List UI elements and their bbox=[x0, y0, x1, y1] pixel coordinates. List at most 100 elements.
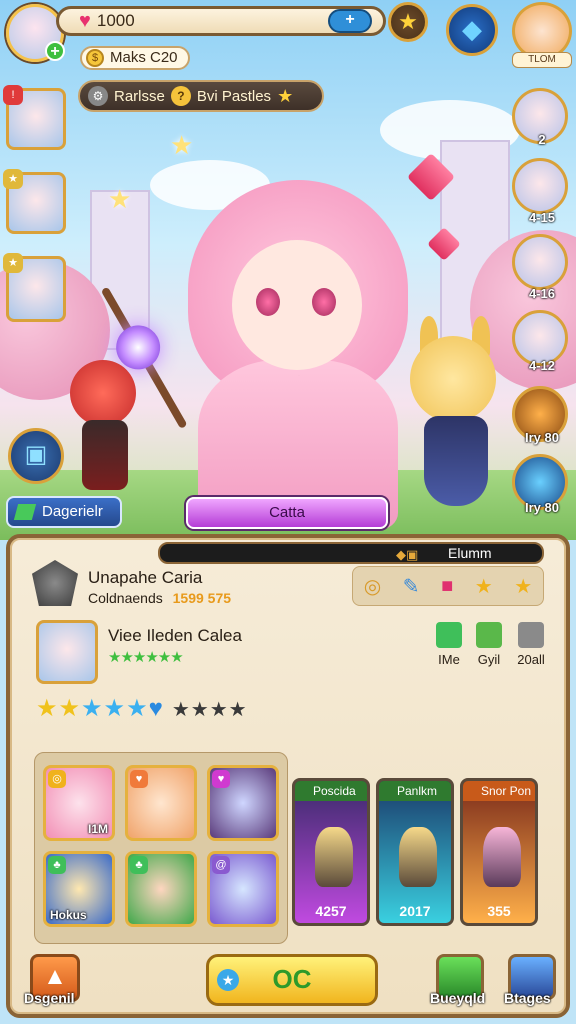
stat-20all: 20all bbox=[506, 622, 556, 667]
unit-subtitle: Coldnaends 1599 575 bbox=[88, 590, 231, 606]
summon-card-2-title: Panlkm bbox=[379, 781, 451, 801]
star-icon: ★ bbox=[3, 253, 23, 273]
party-portrait-2[interactable]: ★ bbox=[3, 169, 66, 234]
gold-star-icon[interactable]: ★ bbox=[514, 574, 532, 599]
stages-label: Btages bbox=[504, 990, 551, 1006]
leaf-badge-icon: ♣ bbox=[48, 856, 66, 874]
hero-star-rank: ★★★★★★ bbox=[108, 649, 184, 666]
party-portrait-3[interactable]: ★ bbox=[3, 253, 66, 322]
building-icon bbox=[518, 622, 544, 648]
player-avatar[interactable]: + bbox=[6, 4, 65, 62]
maks-label: Maks C20 bbox=[110, 49, 178, 66]
event-right-text: Bvi Pastles bbox=[196, 87, 272, 105]
blonde-bunny-character[interactable] bbox=[400, 316, 510, 526]
right-portrait-1-label: 2 bbox=[538, 132, 546, 147]
right-portrait-4-label: 4-12 bbox=[528, 358, 556, 373]
pink-hair-heroine[interactable] bbox=[178, 140, 418, 530]
coin-icon: $ bbox=[86, 49, 104, 67]
rating-heart-icon: ♥ bbox=[148, 695, 164, 722]
pink-card-icon[interactable]: ■ bbox=[441, 575, 453, 598]
summon-card-1-value: 4257 bbox=[315, 903, 347, 919]
hero-portrait[interactable] bbox=[36, 620, 98, 684]
panel-header-icons: ◆▣ bbox=[396, 547, 419, 562]
heart-badge-icon: ♥ bbox=[212, 770, 230, 788]
plus-icon[interactable]: + bbox=[45, 41, 65, 61]
unit-crest-icon bbox=[32, 560, 78, 606]
card-slot-6[interactable]: @ bbox=[207, 851, 279, 927]
maks-counter: $ Maks C20 bbox=[80, 46, 190, 70]
unit-sub-value: 1599 575 bbox=[172, 590, 232, 606]
panel-header-label: Elumm bbox=[448, 545, 492, 561]
fire-icon: ! bbox=[3, 85, 23, 105]
card-slot-3[interactable]: ♥ bbox=[207, 765, 279, 841]
card-slot-1-label: I1M bbox=[87, 822, 108, 836]
red-hair-character[interactable] bbox=[60, 360, 150, 500]
dager-label: Dagerielr bbox=[42, 503, 103, 520]
unit-name: Unapahe Caria bbox=[88, 568, 203, 587]
stat-gyil-label: Gyil bbox=[477, 652, 501, 667]
right-portrait-3-label: 4-16 bbox=[528, 286, 556, 301]
summon-card-2-value: 2017 bbox=[399, 903, 431, 919]
card-slot-4[interactable]: ♣ Hokus bbox=[43, 851, 115, 927]
card-slot-2[interactable]: ♥ bbox=[125, 765, 197, 841]
gem-shop-label: Bueyqld bbox=[430, 990, 486, 1006]
crystal-icon[interactable]: ◆ bbox=[446, 4, 498, 56]
shop-bag-icon[interactable]: ▣ bbox=[8, 428, 64, 484]
summon-card-1[interactable]: Poscida 4257 bbox=[292, 778, 370, 926]
right-portrait-3[interactable] bbox=[512, 234, 568, 290]
rating-empty-stars: ★★★★ bbox=[171, 699, 248, 721]
rating-filled-stars: ★★ bbox=[36, 695, 82, 722]
question-icon: ? bbox=[170, 86, 191, 106]
quill-icon[interactable]: ✎ bbox=[403, 574, 420, 599]
star-icon: ★ bbox=[277, 85, 294, 106]
right-portrait-2-label: 4-15 bbox=[528, 210, 556, 225]
event-left-text: Rarlsse bbox=[114, 87, 165, 105]
bars-icon bbox=[476, 622, 502, 648]
ok-label: OC bbox=[272, 964, 312, 994]
party-portrait-1[interactable]: ! bbox=[3, 85, 66, 150]
sparkle-icon: ★ bbox=[108, 184, 132, 214]
ok-button[interactable]: ★ OC bbox=[206, 954, 378, 1006]
summon-card-3[interactable]: Snor Pon 355 bbox=[460, 778, 538, 926]
star-icon: ★ bbox=[3, 169, 23, 189]
gem-icon bbox=[13, 504, 37, 520]
heart-icon: ♥ bbox=[79, 9, 91, 32]
star-rating: ★★★★★♥ ★★★★ bbox=[36, 694, 248, 723]
hero-name: Viee Ileden Calea bbox=[108, 626, 242, 645]
add-hearts-button[interactable]: + bbox=[328, 9, 372, 33]
summon-card-1-title: Poscida bbox=[295, 781, 367, 801]
swirl-badge-icon: @ bbox=[212, 856, 230, 874]
stat-ime-label: IMe bbox=[438, 652, 460, 667]
medal-icon[interactable]: ◎ bbox=[364, 574, 381, 599]
star-badge-icon[interactable]: ★ bbox=[388, 2, 428, 42]
card-grid: ◎ I1M ♥ ♥ ♣ Hokus ♣ @ bbox=[34, 752, 288, 944]
badge-row: ◎ ✎ ■ ★ ★ bbox=[352, 566, 544, 606]
gear-icon: ⚙ bbox=[88, 86, 108, 106]
summon-card-3-title: Snor Pon bbox=[463, 781, 535, 801]
catta-button[interactable]: Catta bbox=[186, 497, 388, 529]
card-slot-4-label: Hokus bbox=[50, 908, 87, 922]
star-icon: ★ bbox=[217, 969, 239, 991]
cube-icon bbox=[436, 622, 462, 648]
shield-item-label: Iry 80 bbox=[525, 430, 559, 445]
gold-badge-icon: ◎ bbox=[48, 770, 66, 788]
card-slot-5[interactable]: ♣ bbox=[125, 851, 197, 927]
stat-20all-label: 20all bbox=[517, 652, 545, 667]
card-slot-1[interactable]: ◎ I1M bbox=[43, 765, 115, 841]
panel-header-bar: ◆▣ Elumm bbox=[158, 542, 544, 564]
character-panel: ◆▣ Elumm Unapahe Caria Coldnaends 1599 5… bbox=[6, 534, 570, 1018]
top-right-avatar-label: TLOM bbox=[512, 52, 572, 68]
rating-blue-stars: ★★★ bbox=[81, 695, 149, 722]
summon-card-3-value: 355 bbox=[487, 903, 511, 919]
event-bar[interactable]: ⚙ Rarlsse ? Bvi Pastles ★ bbox=[78, 80, 324, 112]
leaf-badge-icon: ♣ bbox=[130, 856, 148, 874]
unit-sub-label: Coldnaends bbox=[88, 590, 163, 606]
dager-button[interactable]: Dagerielr bbox=[6, 496, 122, 528]
summon-card-2[interactable]: Panlkm 2017 bbox=[376, 778, 454, 926]
gold-star-icon[interactable]: ★ bbox=[475, 574, 493, 599]
heart-badge-icon: ♥ bbox=[130, 770, 148, 788]
sword-item-label: Iry 80 bbox=[525, 500, 559, 515]
sparkle-icon: ★ bbox=[170, 130, 194, 160]
right-portrait-2[interactable] bbox=[512, 158, 568, 214]
upgrade-label: Dsgenil bbox=[24, 990, 75, 1006]
